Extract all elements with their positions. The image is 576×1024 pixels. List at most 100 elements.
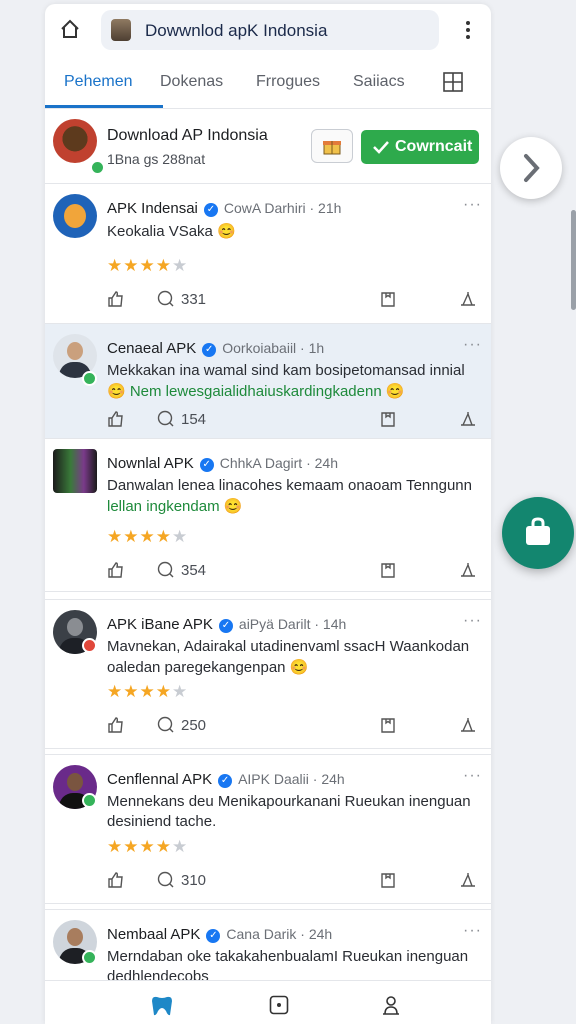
comment-count: 154 — [181, 411, 207, 428]
share-icon[interactable] — [459, 290, 477, 308]
post-text: Mennekans deu Menikapourkanani Rueukan i… — [107, 793, 471, 810]
post-actions: 250 — [45, 714, 491, 738]
post-avatar — [53, 194, 97, 238]
post-actions: 331 — [45, 288, 491, 312]
comment-icon[interactable] — [157, 410, 175, 428]
bottom-nav — [45, 980, 491, 1024]
post-author[interactable]: Cenflennal APK — [107, 771, 212, 788]
bookmark-icon[interactable] — [379, 561, 397, 579]
post-actions: 154 — [45, 408, 491, 432]
app-header-card: Download AP Indonsia 1Bna gs 288nat Cowr… — [45, 109, 491, 184]
grid-icon[interactable] — [443, 72, 463, 92]
post-card[interactable]: Nownlal APK ✓ ChhkA Dagirt · 24h Danwalan … — [45, 439, 491, 592]
post-text: Merndaban oke takakahenbualamI Rueukan i… — [107, 948, 469, 965]
comment-icon[interactable] — [157, 716, 175, 734]
share-button[interactable] — [311, 129, 353, 163]
online-badge — [82, 793, 97, 808]
site-favicon — [111, 19, 131, 41]
post-card[interactable]: Nembaal APK ✓ Cana Darik · 24h ··· Merndab… — [45, 909, 491, 985]
square-nav-icon[interactable] — [269, 995, 289, 1015]
more-horiz-icon[interactable]: ··· — [463, 336, 482, 354]
address-text: Dowwnlod apK Indonsia — [145, 21, 328, 40]
comment-count: 310 — [181, 872, 207, 889]
share-icon[interactable] — [459, 561, 477, 579]
post-card[interactable]: APK Indensai ✓ CowA Darhiri · 21h ··· Keok… — [45, 184, 491, 324]
status-badge — [82, 638, 97, 653]
home-icon[interactable] — [59, 18, 81, 40]
comment-count: 354 — [181, 562, 207, 579]
share-icon[interactable] — [459, 716, 477, 734]
tab-saiiacs[interactable]: Saiiacs — [353, 73, 405, 91]
bookmark-icon[interactable] — [379, 871, 397, 889]
verified-icon: ✓ — [218, 774, 233, 788]
bookmark-icon[interactable] — [379, 716, 397, 734]
share-icon[interactable] — [459, 871, 477, 889]
verified-icon: ✓ — [206, 929, 221, 943]
share-icon[interactable] — [459, 410, 477, 428]
address-bar[interactable]: Dowwnlod apK Indonsia — [101, 10, 439, 50]
scrollbar-thumb[interactable] — [571, 210, 576, 310]
active-tab-indicator — [45, 105, 163, 108]
bookmark-icon[interactable] — [379, 290, 397, 308]
verified-icon: ✓ — [202, 343, 217, 357]
post-author[interactable]: Cenaeal APK — [107, 340, 196, 357]
post-meta: CowA Darhiri · 21h — [223, 200, 342, 216]
verified-icon: ✓ — [218, 619, 233, 633]
more-horiz-icon[interactable]: ··· — [463, 922, 482, 940]
check-icon — [373, 141, 389, 154]
tab-frrogues[interactable]: Frrogues — [256, 73, 320, 91]
more-vert-icon[interactable] — [461, 20, 475, 40]
post-meta: Oorkoiabaiil · 1h — [222, 340, 325, 356]
post-card[interactable]: Cenaeal APK ✓ Oorkoiabaiil · 1h ··· Mekkak… — [45, 324, 491, 439]
post-actions: 354 — [45, 559, 491, 583]
like-icon[interactable] — [107, 716, 125, 734]
post-author[interactable]: APK iBane APK — [107, 616, 213, 633]
bookmark-icon[interactable] — [379, 410, 397, 428]
profile-nav-icon[interactable] — [381, 995, 401, 1015]
next-button[interactable] — [500, 137, 562, 199]
more-horiz-icon[interactable]: ··· — [463, 196, 482, 214]
online-badge — [90, 160, 105, 175]
post-card[interactable]: Cenflennal APK ✓ AIPK Daalii · 24h ··· Men… — [45, 754, 491, 904]
post-meta: Cana Darik · 24h — [226, 926, 333, 942]
post-link-text[interactable]: 😊 Nem lewesgaialidhaiuskardingkadenn 😊 — [107, 382, 405, 400]
post-author[interactable]: Nembaal APK — [107, 926, 200, 943]
more-horiz-icon[interactable]: ··· — [463, 612, 482, 630]
chevron-right-icon — [524, 154, 540, 182]
app-title: Download AP Indonsia — [107, 127, 268, 144]
shop-fab-button[interactable] — [502, 497, 574, 569]
online-badge — [82, 371, 97, 386]
comment-icon[interactable] — [157, 290, 175, 308]
download-button[interactable]: Cowrncait — [361, 130, 479, 164]
gift-icon — [323, 141, 341, 155]
home-nav-icon[interactable] — [149, 995, 175, 1017]
bag-icon — [526, 517, 550, 545]
like-icon[interactable] — [107, 561, 125, 579]
like-icon[interactable] — [107, 871, 125, 889]
comment-icon[interactable] — [157, 871, 175, 889]
tab-dokenas[interactable]: Dokenas — [160, 73, 223, 91]
online-badge — [82, 950, 97, 965]
star-rating: ★★★★★ — [107, 682, 189, 701]
post-meta: AIPK Daalii · 24h — [238, 771, 345, 787]
top-bar: Dowwnlod apK Indonsia — [45, 4, 491, 56]
like-icon[interactable] — [107, 410, 125, 428]
more-horiz-icon[interactable]: ··· — [463, 767, 482, 785]
tab-bar: Pehemen Dokenas Frrogues Saiiacs — [45, 56, 491, 109]
post-link-text[interactable]: lellan ingkendam 😊 — [107, 497, 242, 515]
app-subtitle: 1Bna gs 288nat — [107, 151, 206, 167]
app-window: Dowwnlod apK Indonsia Pehemen Dokenas Fr… — [45, 4, 491, 1024]
post-text: Mekkakan ina wamal sind kam bosipetomans… — [107, 362, 465, 379]
download-label: Cowrncait — [395, 138, 473, 155]
post-text: Keokalia VSaka 😊 — [107, 223, 236, 240]
post-author[interactable]: Nownlal APK — [107, 455, 194, 472]
post-author[interactable]: APK Indensai — [107, 200, 198, 217]
post-meta: ChhkA Dagirt · 24h — [219, 455, 339, 471]
comment-count: 331 — [181, 291, 207, 308]
app-avatar — [53, 119, 105, 175]
post-meta: aiPyä Darilt · 14h — [238, 616, 347, 632]
post-card[interactable]: APK iBane APK ✓ aiPyä Darilt · 14h ··· Mav… — [45, 599, 491, 749]
like-icon[interactable] — [107, 290, 125, 308]
tab-pehemen[interactable]: Pehemen — [64, 73, 133, 91]
comment-icon[interactable] — [157, 561, 175, 579]
